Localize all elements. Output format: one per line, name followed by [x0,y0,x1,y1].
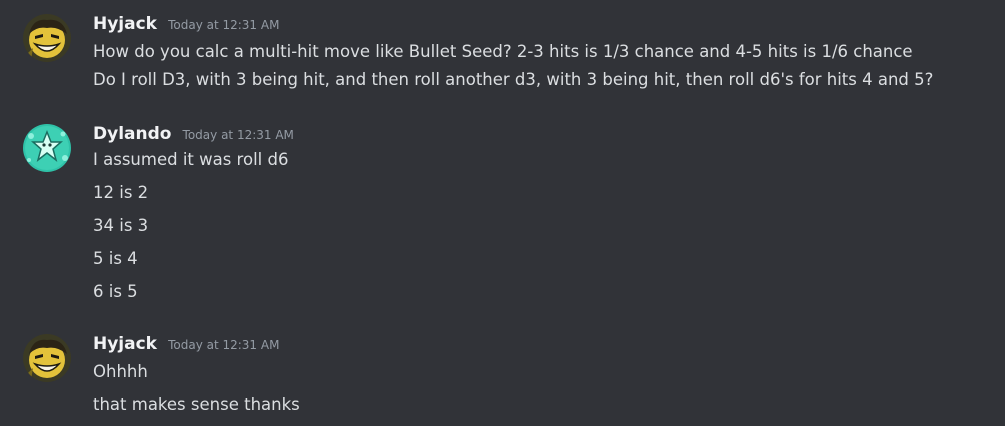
message-text: 12 is 2 [93,183,149,202]
message-text: Ohhhh [93,362,148,381]
message-text: 34 is 3 [93,216,149,235]
message-group: Hyjack Today at 12:31 AM Ohhhh that make… [0,332,1005,422]
message-text: 6 is 5 [93,282,138,301]
user-avatar[interactable] [23,334,71,382]
username[interactable]: Hyjack [93,14,157,34]
message-text: Do I roll D3, with 3 being hit, and then… [93,70,934,89]
message-group: Hyjack Today at 12:31 AM How do you calc… [0,12,1005,96]
username[interactable]: Hyjack [93,334,157,354]
user-avatar[interactable] [23,124,71,172]
message-text: I assumed it was roll d6 [93,150,289,169]
message-header: Hyjack Today at 12:31 AM [93,12,279,36]
star-creature-icon [23,124,71,172]
timestamp[interactable]: Today at 12:31 AM [183,128,294,142]
message-header: Dylando Today at 12:31 AM [93,122,294,146]
chat-message-list: Hyjack Today at 12:31 AM How do you calc… [0,0,1005,426]
user-avatar[interactable] [23,14,71,62]
message-text: that makes sense thanks [93,395,300,414]
message-header: Hyjack Today at 12:31 AM [93,332,279,356]
message-text: How do you calc a multi-hit move like Bu… [93,42,913,61]
message-group: Dylando Today at 12:31 AM I assumed it w… [0,122,1005,306]
timestamp[interactable]: Today at 12:31 AM [168,338,279,352]
username[interactable]: Dylando [93,124,171,144]
grinning-character-icon [23,14,71,62]
message-text: 5 is 4 [93,249,138,268]
timestamp[interactable]: Today at 12:31 AM [168,18,279,32]
grinning-character-icon [23,334,71,382]
